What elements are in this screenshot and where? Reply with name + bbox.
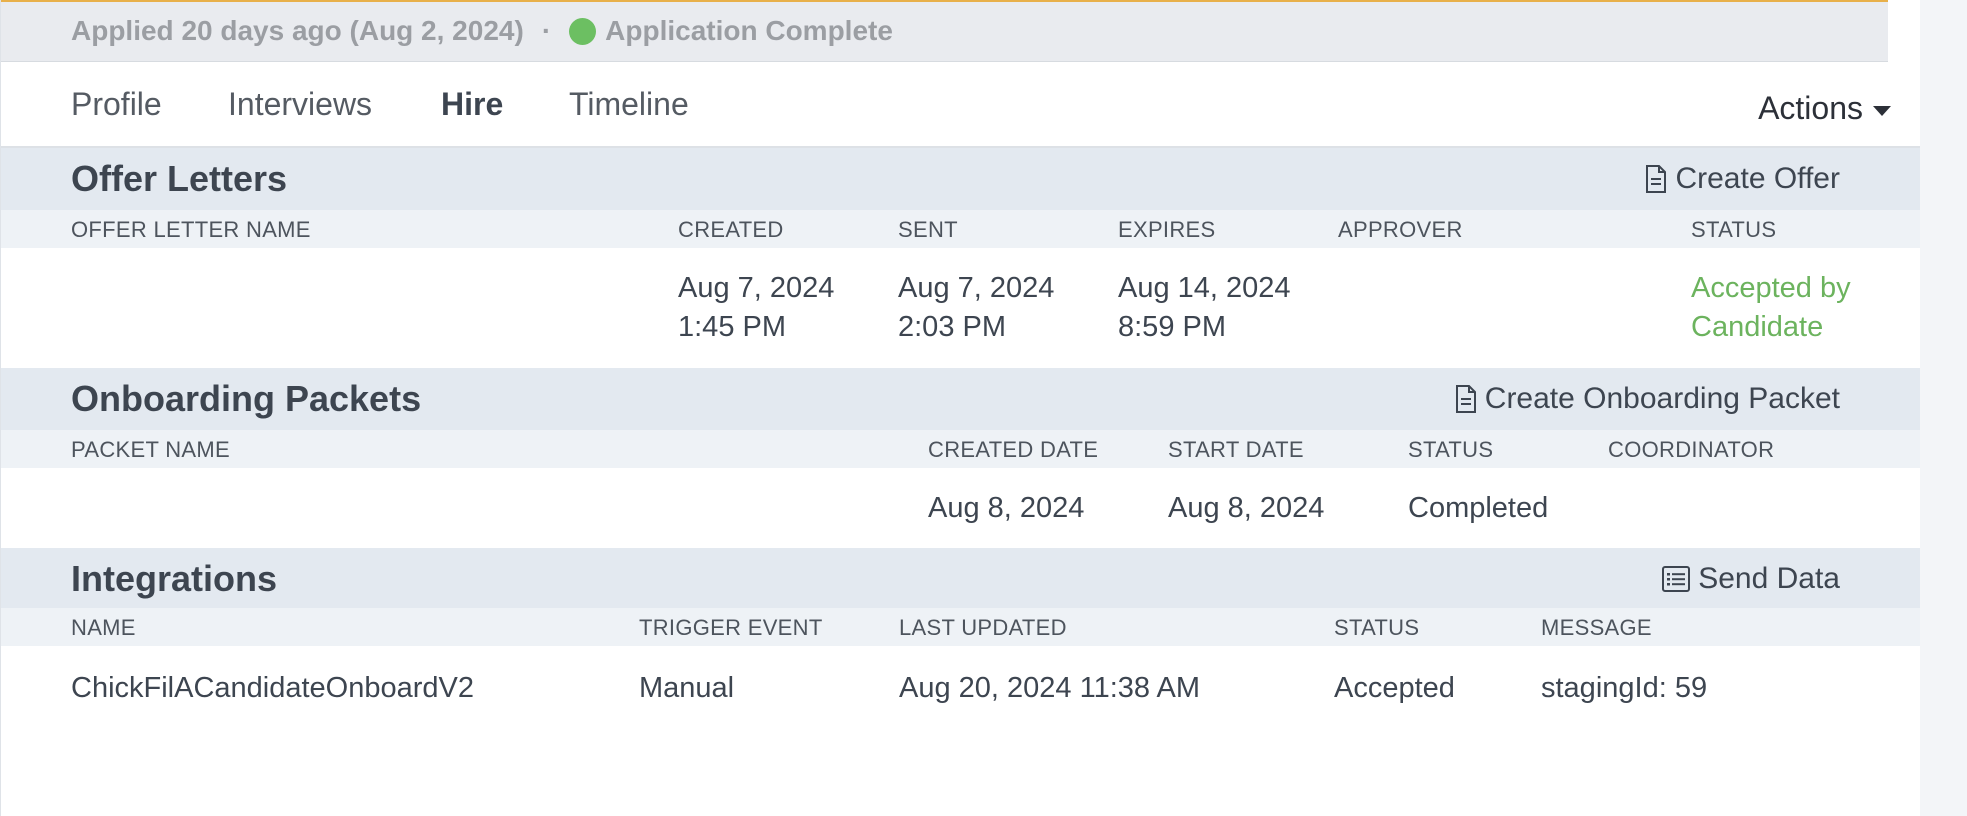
table-row[interactable]: Aug 8, 2024 Aug 8, 2024 Completed [1, 468, 1921, 548]
offer-letters-header: Offer Letters Create Offer [1, 148, 1921, 210]
integration-last-updated: Aug 20, 2024 11:38 AM [899, 672, 1200, 704]
tab-interviews[interactable]: Interviews [228, 86, 372, 123]
integration-name: ChickFilACandidateOnboardV2 [71, 672, 474, 704]
column-header-approver: APPROVER [1338, 217, 1463, 242]
onboarding-packets-column-headers: PACKET NAME CREATED DATE START DATE STAT… [1, 430, 1921, 468]
column-header-sent: SENT [898, 217, 958, 242]
offer-expires-date: Aug 14, 2024 [1118, 272, 1291, 304]
tab-hire[interactable]: Hire [441, 86, 503, 123]
offer-sent-time: 2:03 PM [898, 311, 1006, 343]
packet-start-date: Aug 8, 2024 [1168, 492, 1325, 524]
offer-sent-date: Aug 7, 2024 [898, 272, 1055, 304]
create-offer-button[interactable]: Create Offer [1645, 162, 1840, 196]
candidate-tabs: Profile Interviews Hire Timeline Actions [1, 62, 1921, 148]
column-header-coordinator: COORDINATOR [1608, 437, 1775, 462]
column-header-status: STATUS [1691, 217, 1777, 242]
column-header-expires: EXPIRES [1118, 217, 1216, 242]
column-header-message: MESSAGE [1541, 615, 1652, 640]
table-row[interactable]: Aug 7, 2024 1:45 PM Aug 7, 2024 2:03 PM … [1, 248, 1921, 368]
application-state-text: Application Complete [605, 15, 893, 46]
actions-dropdown[interactable]: Actions [1758, 90, 1891, 127]
integration-status: Accepted [1334, 672, 1455, 704]
offer-letters-column-headers: OFFER LETTER NAME CREATED SENT EXPIRES A… [1, 210, 1921, 248]
applied-date-text: Applied 20 days ago (Aug 2, 2024) [71, 15, 524, 46]
onboarding-packets-title: Onboarding Packets [71, 378, 422, 419]
column-header-last-updated: LAST UPDATED [899, 615, 1067, 640]
column-header-start-date: START DATE [1168, 437, 1304, 462]
integration-message: stagingId: 59 [1541, 672, 1708, 704]
integrations-column-headers: NAME TRIGGER EVENT LAST UPDATED STATUS M… [1, 608, 1921, 646]
offer-status-line1: Accepted by [1691, 272, 1851, 304]
create-offer-label: Create Offer [1675, 162, 1840, 195]
packet-status: Completed [1408, 492, 1549, 524]
hire-page: Applied 20 days ago (Aug 2, 2024) · Appl… [0, 0, 1921, 816]
application-status-line: Applied 20 days ago (Aug 2, 2024) · Appl… [71, 15, 893, 47]
actions-label: Actions [1758, 90, 1863, 126]
offer-created-time: 1:45 PM [678, 311, 786, 343]
status-separator: · [541, 15, 552, 46]
column-header-packet-name: PACKET NAME [71, 437, 230, 462]
integrations-title: Integrations [71, 558, 278, 599]
table-row[interactable]: ChickFilACandidateOnboardV2 Manual Aug 2… [1, 646, 1921, 816]
column-header-status: STATUS [1334, 615, 1420, 640]
onboarding-packets-header: Onboarding Packets Create Onboarding Pac… [1, 368, 1921, 430]
offer-created-date: Aug 7, 2024 [678, 272, 835, 304]
column-header-trigger-event: TRIGGER EVENT [639, 615, 823, 640]
offer-letters-title: Offer Letters [71, 158, 288, 199]
column-header-created-date: CREATED DATE [928, 437, 1099, 462]
column-header-offer-letter-name: OFFER LETTER NAME [71, 217, 311, 242]
list-icon [1662, 566, 1691, 592]
tab-profile[interactable]: Profile [71, 86, 162, 123]
offer-status-line2: Candidate [1691, 311, 1824, 343]
application-status-bar: Applied 20 days ago (Aug 2, 2024) · Appl… [1, 0, 1888, 62]
caret-down-icon [1873, 105, 1891, 116]
document-icon [1455, 385, 1476, 413]
send-data-button[interactable]: Send Data [1662, 562, 1840, 596]
create-onboarding-packet-label: Create Onboarding Packet [1484, 382, 1840, 415]
column-header-name: NAME [71, 615, 136, 640]
packet-created-date: Aug 8, 2024 [928, 492, 1085, 524]
page-gutter [1920, 0, 1967, 816]
document-icon [1646, 165, 1667, 193]
integration-trigger-event: Manual [639, 672, 735, 704]
integrations-header: Integrations Send Data [1, 548, 1921, 610]
tab-timeline[interactable]: Timeline [569, 86, 689, 123]
status-dot-icon [569, 17, 597, 45]
column-header-status: STATUS [1408, 437, 1494, 462]
column-header-created: CREATED [678, 217, 784, 242]
send-data-label: Send Data [1698, 562, 1840, 595]
create-onboarding-packet-button[interactable]: Create Onboarding Packet [1455, 382, 1840, 416]
offer-expires-time: 8:59 PM [1118, 311, 1226, 343]
